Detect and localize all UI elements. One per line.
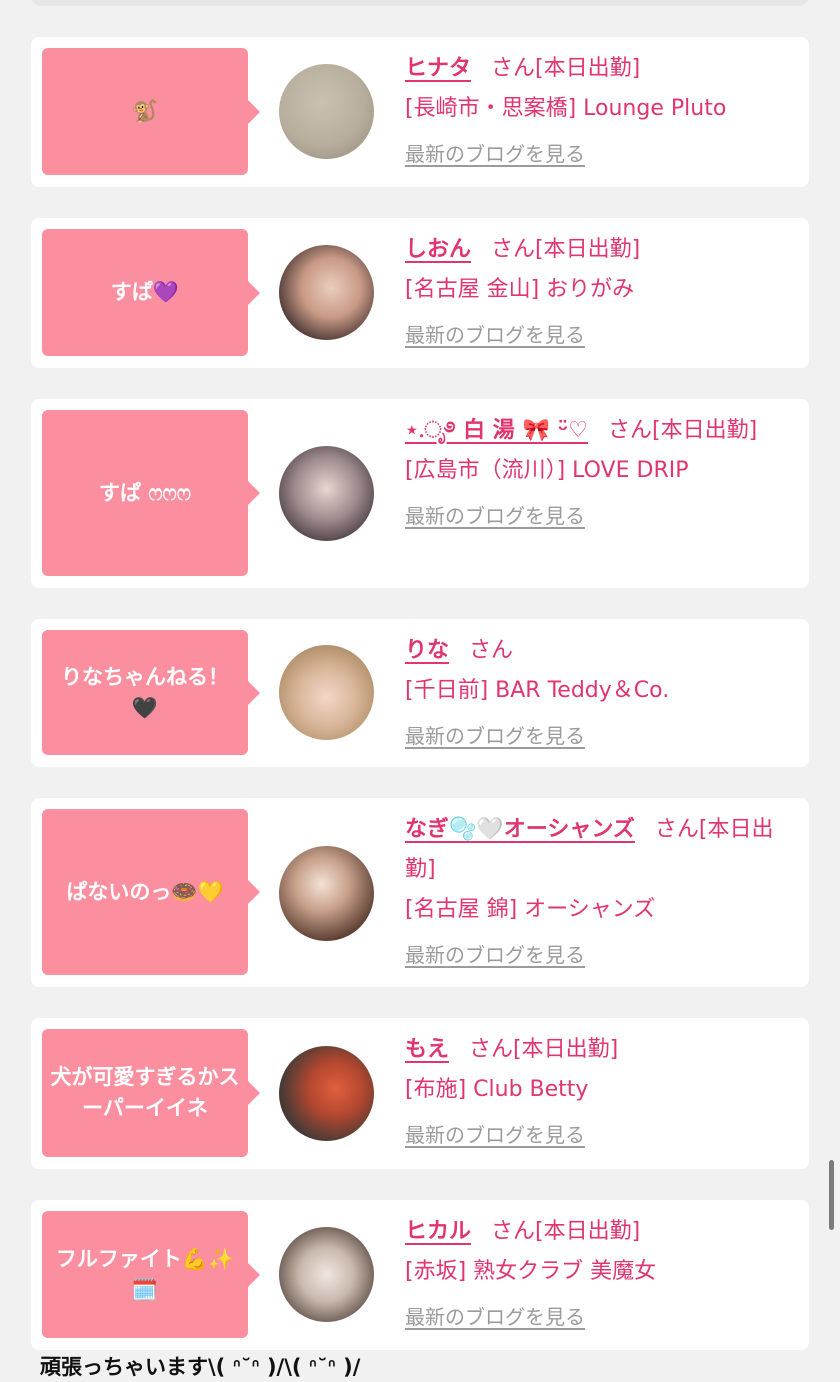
honorific: さん [491,56,536,81]
honorific: さん [491,237,536,262]
message-text: 犬が可愛すぎるかスーパーイイネ [50,1065,240,1120]
attendance-status: [本日出勤] [535,56,641,81]
latest-blog-link[interactable]: 最新のブログを見る [405,137,801,171]
latest-blog-link[interactable]: 最新のブログを見る [405,719,801,753]
card-info: なぎ🫧🤍オーシャンズ さん[本日出勤] [名古屋 錦] オーシャンズ 最新のブログ… [405,810,801,972]
shop-label: [布施] Club Betty [405,1077,589,1102]
honorific: さん [469,638,514,663]
card-info: りな さん [千日前] BAR Teddy＆Co. 最新のブログを見る [405,631,801,753]
avatar[interactable] [279,645,374,740]
girl-card[interactable]: すぱ ෆ‪ෆ‪ෆ ⋆.ೃ࿔ 白 湯 🎀 ᵕ̈♡ さん[本日出勤] [広島市（流川）… [31,399,809,588]
avatar[interactable] [279,245,374,340]
honorific: さん [491,1219,536,1244]
message-bubble: 🐒 [42,48,260,175]
message-text: すぱ ෆ‪ෆ‪ෆ [99,480,191,505]
top-card-edge [30,0,810,6]
shop-label: [名古屋 錦] オーシャンズ [405,897,656,922]
latest-blog-link[interactable]: 最新のブログを見る [405,318,801,352]
shop-label: [広島市（流川）] LOVE DRIP [405,458,689,483]
message-bubble: すぱ💜 [42,229,260,356]
girl-card[interactable]: すぱ💜 しおん さん[本日出勤] [名古屋 金山] おりがみ 最新のブログを見る [31,218,809,368]
latest-blog-link[interactable]: 最新のブログを見る [405,938,801,972]
message-bubble: フルファイト💪✨🗓️ [42,1211,260,1338]
girl-card[interactable]: 🐒 ヒナタ さん[本日出勤] [長崎市・思案橋] Lounge Pluto 最新の… [31,37,809,187]
avatar[interactable] [279,446,374,541]
shop-label: [名古屋 金山] おりがみ [405,277,635,302]
card-info: ヒカル さん[本日出勤] [赤坂] 熟女クラブ 美魔女 最新のブログを見る [405,1212,801,1334]
attendance-status: [本日出勤] [535,1219,641,1244]
message-bubble: ぱないのっ🍩💛 [42,809,260,975]
honorific: さん [607,418,652,443]
girl-card[interactable]: フルファイト💪✨🗓️ ヒカル さん[本日出勤] [赤坂] 熟女クラブ 美魔女 最新… [31,1200,809,1350]
message-bubble: すぱ ෆ‪ෆ‪ෆ [42,410,260,576]
attendance-status: [本日出勤] [535,237,641,262]
girl-card[interactable]: 犬が可愛すぎるかスーパーイイネ もえ さん[本日出勤] [布施] Club Bet… [31,1018,809,1169]
message-text: 🐒 [131,99,159,123]
message-bubble: りなちゃんねる！🖤 [42,630,260,755]
message-text: フルファイト💪✨🗓️ [55,1246,235,1302]
shop-label: [千日前] BAR Teddy＆Co. [405,678,670,703]
latest-blog-link[interactable]: 最新のブログを見る [405,1300,801,1334]
girl-card[interactable]: ぱないのっ🍩💛 なぎ🫧🤍オーシャンズ さん[本日出勤] [名古屋 錦] オーシャン… [31,798,809,987]
girl-card[interactable]: りなちゃんねる！🖤 りな さん [千日前] BAR Teddy＆Co. 最新のブロ… [31,619,809,767]
avatar[interactable] [279,846,374,941]
message-bubble: 犬が可愛すぎるかスーパーイイネ [42,1029,260,1157]
avatar[interactable] [279,64,374,159]
shop-label: [長崎市・思案橋] Lounge Pluto [405,96,727,121]
avatar[interactable] [279,1046,374,1141]
girl-name-link[interactable]: ⋆.ೃ࿔ 白 湯 🎀 ᵕ̈♡ [405,418,588,443]
honorific: さん [654,817,699,842]
girl-name-link[interactable]: もえ [405,1037,449,1062]
latest-blog-link[interactable]: 最新のブログを見る [405,1118,801,1152]
card-info: もえ さん[本日出勤] [布施] Club Betty 最新のブログを見る [405,1030,801,1152]
girl-name-link[interactable]: ヒナタ [405,56,471,81]
girl-name-link[interactable]: しおん [405,237,471,262]
card-info: しおん さん[本日出勤] [名古屋 金山] おりがみ 最新のブログを見る [405,230,801,352]
bubble-overflow-text: 頑張っちゃいます\( ᐢ˘ᐢ )/\( ᐢ˘ᐢ )/ [40,1355,361,1379]
shop-label: [赤坂] 熟女クラブ 美魔女 [405,1259,657,1284]
message-text: すぱ💜 [110,280,180,304]
scrollbar[interactable] [829,1160,834,1230]
message-text: ぱないのっ🍩💛 [66,879,224,904]
latest-blog-link[interactable]: 最新のブログを見る [405,499,801,533]
avatar[interactable] [279,1227,374,1322]
honorific: さん [469,1037,514,1062]
girl-name-link[interactable]: りな [405,638,449,663]
girl-name-link[interactable]: ヒカル [405,1219,471,1244]
attendance-status: [本日出勤] [513,1037,619,1062]
attendance-status: [本日出勤] [652,418,758,443]
message-text: りなちゃんねる！🖤 [61,664,229,720]
girl-name-link[interactable]: なぎ🫧🤍オーシャンズ [405,817,635,842]
card-info: ヒナタ さん[本日出勤] [長崎市・思案橋] Lounge Pluto 最新のブロ… [405,49,801,171]
card-info: ⋆.ೃ࿔ 白 湯 🎀 ᵕ̈♡ さん[本日出勤] [広島市（流川）] LOVE DR… [405,411,801,533]
